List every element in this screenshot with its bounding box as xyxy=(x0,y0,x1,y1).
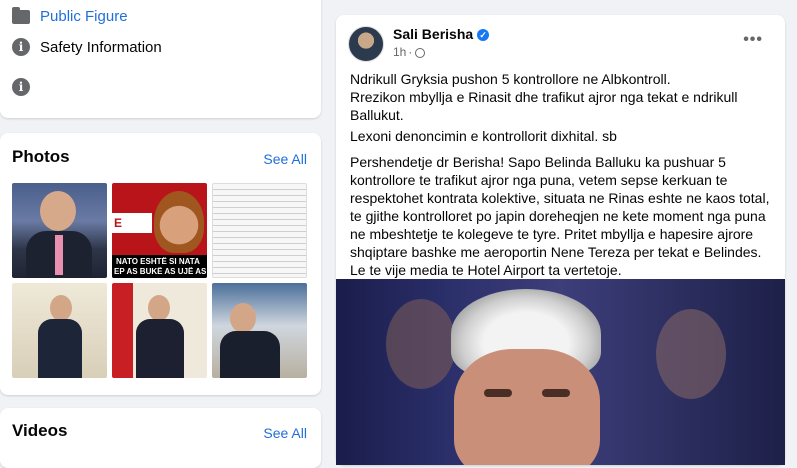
about-item-safety-information: i Safety Information xyxy=(12,38,162,56)
about-card: Public Figure i Safety Information i xyxy=(0,0,321,118)
photo-thumbnail[interactable] xyxy=(212,283,307,378)
photo-thumbnail[interactable] xyxy=(12,283,107,378)
verified-badge-icon: ✓ xyxy=(477,29,490,42)
info-icon: i xyxy=(12,38,30,56)
about-item-label: Safety Information xyxy=(40,38,162,56)
about-item-public-figure[interactable]: Public Figure xyxy=(12,6,128,25)
author-name[interactable]: Sali Berisha xyxy=(393,26,473,42)
post-card: Sali Berisha ✓ 1h · ••• Ndrikull Gryksia p… xyxy=(336,15,785,465)
photo-thumbnail[interactable]: E LEKU NATO ESHTË SI NATA EP AS BUKË AS … xyxy=(112,183,207,278)
videos-see-all-link[interactable]: See All xyxy=(263,425,307,441)
photo-thumbnail[interactable] xyxy=(212,183,307,278)
info-icon: i xyxy=(12,78,30,96)
overlay-text: EP AS BUKË AS UJË AS xyxy=(114,267,207,276)
overlay-text: NATO ESHTË SI NATA xyxy=(116,257,200,266)
post-image[interactable] xyxy=(336,279,785,465)
about-item-info: i xyxy=(12,78,30,96)
photo-grid: E LEKU NATO ESHTË SI NATA EP AS BUKË AS … xyxy=(12,183,307,378)
photos-title: Photos xyxy=(12,147,70,166)
post-timestamp[interactable]: 1h · xyxy=(393,45,426,59)
videos-card: Videos See All xyxy=(0,408,321,468)
post-paragraph: Ndrikull Gryksia pushon 5 kontrollore ne… xyxy=(350,71,738,123)
photos-card: Photos See All E LEKU NATO ESHTË SI NATA… xyxy=(0,133,321,395)
post-paragraph: Pershendetje dr Berisha! Sapo Belinda Ba… xyxy=(350,154,770,278)
post-paragraph: Lexoni denoncimin e kontrollorit dixhita… xyxy=(350,128,617,144)
post-author[interactable]: Sali Berisha ✓ xyxy=(393,26,490,42)
author-avatar[interactable] xyxy=(348,26,384,62)
overlay-text: E LEKU xyxy=(112,213,152,250)
videos-title: Videos xyxy=(12,421,68,440)
globe-icon xyxy=(415,47,426,58)
photo-thumbnail[interactable] xyxy=(112,283,207,378)
photo-thumbnail[interactable] xyxy=(12,183,107,278)
post-time[interactable]: 1h xyxy=(393,45,406,59)
photos-see-all-link[interactable]: See All xyxy=(263,151,307,167)
about-item-label[interactable]: Public Figure xyxy=(40,8,128,25)
more-options-icon[interactable]: ••• xyxy=(743,31,763,49)
folder-icon xyxy=(12,6,30,24)
